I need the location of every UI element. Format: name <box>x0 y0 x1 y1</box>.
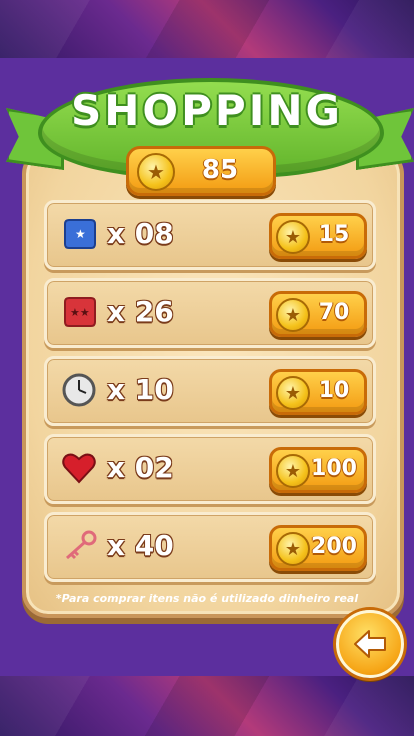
item-quantity: x 10 <box>107 373 174 406</box>
item-price: 10 <box>318 378 350 403</box>
heart-icon <box>61 451 97 485</box>
star-coin-icon: ★ <box>276 454 310 488</box>
star-coin-icon: ★ <box>276 298 310 332</box>
item-quantity: x 40 <box>107 529 174 562</box>
item-quantity: x 26 <box>107 295 174 328</box>
coin-balance: ★ 85 <box>126 146 276 196</box>
star-coin-icon: ★ <box>276 376 310 410</box>
item-price: 100 <box>311 456 357 481</box>
blue-scroll-icon: ★ <box>61 217 97 251</box>
item-price: 15 <box>318 222 350 247</box>
buy-button-clock[interactable]: ★ 10 <box>269 369 367 415</box>
shop-row-clock: x 10 ★ 10 <box>44 356 376 426</box>
back-button[interactable] <box>336 610 404 678</box>
star-coin-icon: ★ <box>137 153 175 191</box>
item-price: 70 <box>318 300 350 325</box>
buy-button-blue-scroll[interactable]: ★ 15 <box>269 213 367 259</box>
buy-button-red-scroll[interactable]: ★ 70 <box>269 291 367 337</box>
shop-row-heart: x 02 ★ 100 <box>44 434 376 504</box>
svg-text:★: ★ <box>75 227 86 241</box>
background-top <box>0 0 414 60</box>
item-quantity: x 02 <box>107 451 174 484</box>
key-icon <box>61 529 97 563</box>
star-coin-icon: ★ <box>276 532 310 566</box>
buy-button-heart[interactable]: ★ 100 <box>269 447 367 493</box>
disclaimer-note: *Para comprar itens não é utilizado dinh… <box>55 592 359 605</box>
red-scroll-icon: ★★ <box>61 295 97 329</box>
buy-button-key[interactable]: ★ 200 <box>269 525 367 571</box>
clock-icon <box>61 373 97 407</box>
shop-row-blue-scroll: ★ x 08 ★ 15 <box>44 200 376 270</box>
item-quantity: x 08 <box>107 217 174 250</box>
item-price: 200 <box>311 534 357 559</box>
shop-row-key: x 40 ★ 200 <box>44 512 376 582</box>
balance-value: 85 <box>201 155 239 185</box>
star-coin-icon: ★ <box>276 220 310 254</box>
page-title: SHOPPING <box>71 86 343 135</box>
shop-row-red-scroll: ★★ x 26 ★ 70 <box>44 278 376 348</box>
back-arrow-icon <box>354 630 386 658</box>
svg-text:★★: ★★ <box>70 306 90 319</box>
background-bottom <box>0 676 414 736</box>
